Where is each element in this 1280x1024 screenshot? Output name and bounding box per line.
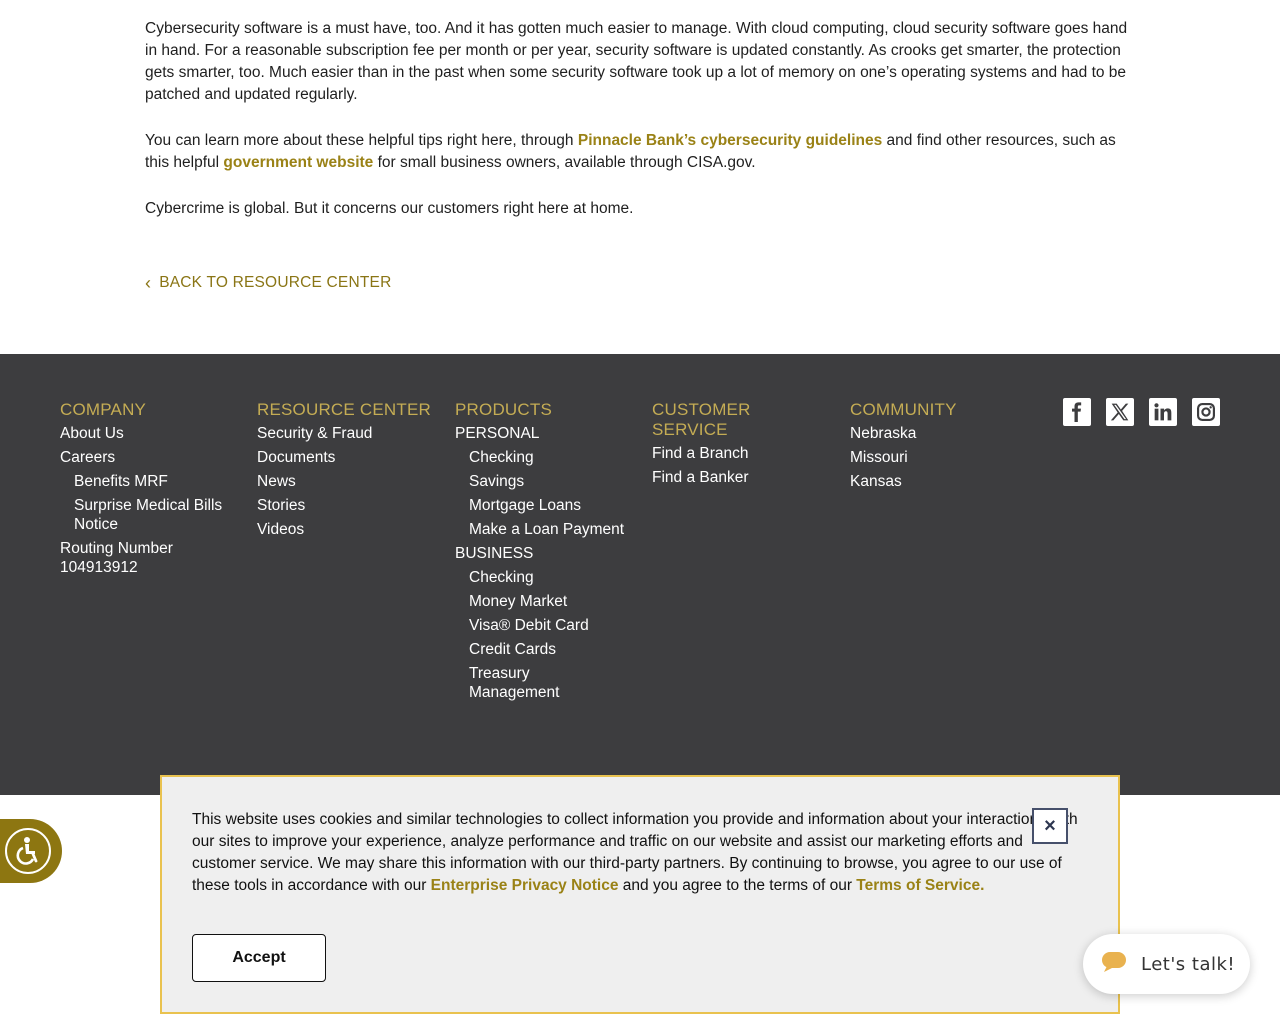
footer-link-find-branch[interactable]: Find a Branch bbox=[652, 444, 802, 463]
footer-link-loan-payment[interactable]: Make a Loan Payment bbox=[455, 520, 635, 539]
footer-link-stories[interactable]: Stories bbox=[257, 496, 437, 515]
back-link-label: BACK TO RESOURCE CENTER bbox=[159, 274, 392, 291]
footer-group-personal: PERSONAL bbox=[455, 425, 540, 442]
footer-link-documents[interactable]: Documents bbox=[257, 448, 437, 467]
accessibility-icon bbox=[5, 828, 51, 874]
footer-link-missouri[interactable]: Missouri bbox=[850, 448, 1030, 467]
footer-column-products: PRODUCTS PERSONAL Checking Savings Mortg… bbox=[455, 400, 635, 707]
cookie-banner: This website uses cookies and similar te… bbox=[160, 775, 1120, 1014]
footer-link-credit-cards[interactable]: Credit Cards bbox=[455, 640, 635, 659]
footer-heading: COMMUNITY bbox=[850, 400, 957, 419]
footer-link-mortgage-loans[interactable]: Mortgage Loans bbox=[455, 496, 635, 515]
article-paragraph: Cybercrime is global. But it concerns ou… bbox=[145, 200, 634, 217]
accept-button[interactable]: Accept bbox=[192, 934, 326, 982]
article-body: Cybersecurity software is a must have, t… bbox=[145, 18, 1137, 244]
accessibility-button[interactable] bbox=[0, 819, 62, 883]
footer-link-videos[interactable]: Videos bbox=[257, 520, 437, 539]
footer-heading: RESOURCE CENTER bbox=[257, 400, 431, 419]
footer-link-about-us[interactable]: About Us bbox=[60, 424, 240, 443]
article-text: You can learn more about these helpful t… bbox=[145, 132, 578, 149]
footer-heading: CUSTOMER SERVICE bbox=[652, 400, 751, 439]
footer-column-customer-service: CUSTOMER SERVICE Find a Branch Find a Ba… bbox=[652, 400, 802, 492]
x-icon[interactable] bbox=[1106, 398, 1134, 426]
instagram-icon[interactable] bbox=[1192, 398, 1220, 426]
footer-link-money-market[interactable]: Money Market bbox=[455, 592, 635, 611]
terms-of-service-link[interactable]: Terms of Service. bbox=[856, 877, 984, 894]
site-footer: COMPANY About Us Careers Benefits MRF Su… bbox=[0, 354, 1280, 795]
footer-link-visa-debit[interactable]: Visa® Debit Card bbox=[455, 616, 635, 635]
footer-column-company: COMPANY About Us Careers Benefits MRF Su… bbox=[60, 400, 240, 582]
footer-heading: COMPANY bbox=[60, 400, 147, 419]
chevron-left-icon: ‹ bbox=[145, 273, 152, 293]
footer-heading: PRODUCTS bbox=[455, 400, 552, 419]
cookie-message: This website uses cookies and similar te… bbox=[192, 809, 1082, 897]
footer-link-careers[interactable]: Careers bbox=[60, 448, 240, 467]
footer-link-news[interactable]: News bbox=[257, 472, 437, 491]
article-paragraph: Cybersecurity software is a must have, t… bbox=[145, 20, 1128, 103]
footer-link-find-banker[interactable]: Find a Banker bbox=[652, 468, 802, 487]
chat-bubble-icon bbox=[1101, 951, 1127, 978]
footer-link-security-fraud[interactable]: Security & Fraud bbox=[257, 424, 437, 443]
close-icon[interactable]: × bbox=[1032, 808, 1068, 844]
government-website-link[interactable]: government website bbox=[223, 154, 373, 171]
footer-column-community: COMMUNITY Nebraska Missouri Kansas bbox=[850, 400, 1030, 496]
chat-widget-button[interactable]: Let's talk! bbox=[1083, 934, 1250, 994]
footer-column-resource-center: RESOURCE CENTER Security & Fraud Documen… bbox=[257, 400, 437, 544]
footer-link-savings[interactable]: Savings bbox=[455, 472, 635, 491]
footer-group-business: BUSINESS bbox=[455, 545, 534, 562]
footer-link-personal-checking[interactable]: Checking bbox=[455, 448, 635, 467]
privacy-notice-link[interactable]: Enterprise Privacy Notice bbox=[431, 877, 619, 894]
cookie-text: and you agree to the terms of our bbox=[618, 877, 857, 894]
back-to-resource-center-link[interactable]: ‹ BACK TO RESOURCE CENTER bbox=[145, 274, 391, 292]
footer-link-kansas[interactable]: Kansas bbox=[850, 472, 1030, 491]
article-text: for small business owners, available thr… bbox=[373, 154, 756, 171]
footer-link-nebraska[interactable]: Nebraska bbox=[850, 424, 1030, 443]
linkedin-icon[interactable] bbox=[1149, 398, 1177, 426]
article-paragraph: You can learn more about these helpful t… bbox=[145, 130, 1137, 174]
footer-link-benefits-mrf[interactable]: Benefits MRF bbox=[60, 472, 240, 491]
footer-link-surprise-medical-bills[interactable]: Surprise Medical Bills Notice bbox=[60, 496, 240, 534]
cybersecurity-guidelines-link[interactable]: Pinnacle Bank’s cybersecurity guidelines bbox=[578, 132, 882, 149]
facebook-icon[interactable] bbox=[1063, 398, 1091, 426]
footer-routing-number[interactable]: Routing Number 104913912 bbox=[60, 539, 240, 577]
footer-link-treasury-management[interactable]: Treasury Management bbox=[455, 664, 575, 702]
footer-link-business-checking[interactable]: Checking bbox=[455, 568, 635, 587]
chat-label: Let's talk! bbox=[1141, 953, 1236, 975]
social-links bbox=[1063, 398, 1220, 426]
